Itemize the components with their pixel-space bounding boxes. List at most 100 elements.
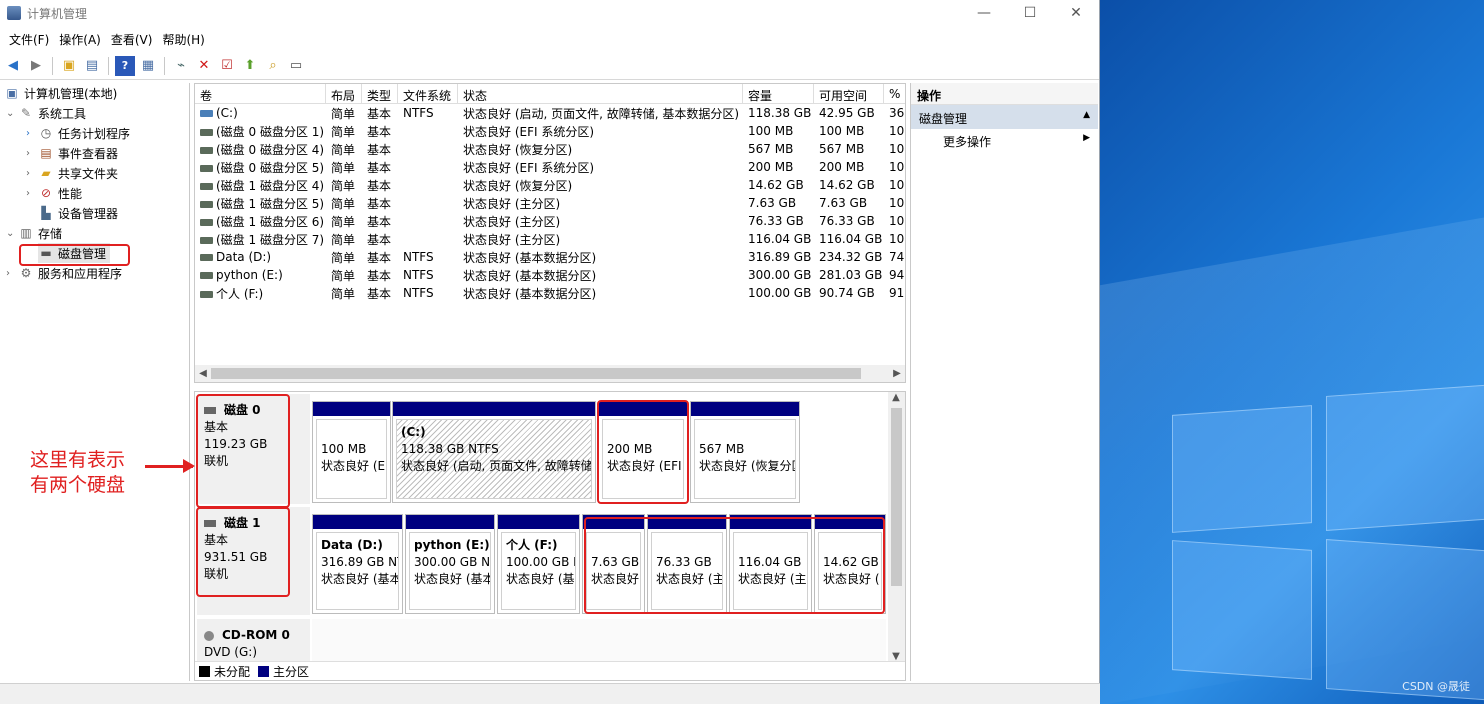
tree-system-tools[interactable]: ⌄ ✎ 系统工具: [6, 103, 86, 123]
table-cell: 281.03 GB: [819, 268, 883, 282]
view-icon[interactable]: ▭: [286, 56, 306, 76]
collapse-icon[interactable]: ⌄: [6, 228, 18, 239]
table-cell: 7.63 GB: [748, 196, 797, 210]
table-cell: 316.89 GB: [748, 250, 812, 264]
delete-icon[interactable]: ✕: [194, 56, 214, 76]
table-cell: 100 MB: [748, 124, 794, 138]
more-actions[interactable]: 更多操作 ▶: [911, 129, 1098, 151]
table-row[interactable]: (C:) 简单 基本 NTFS 状态良好 (启动, 页面文件, 故障转储, 基本数据分区…: [195, 104, 905, 122]
legend-unallocated: 未分配: [214, 664, 251, 679]
expand-icon[interactable]: ›: [26, 148, 38, 159]
minimize-button[interactable]: —: [961, 0, 1007, 26]
scroll-right-icon[interactable]: ▶: [889, 368, 905, 379]
table-cell: 基本: [367, 214, 392, 229]
scroll-up-icon[interactable]: ▲: [888, 392, 904, 403]
table-row[interactable]: (磁盘 1 磁盘分区 6) 简单 基本 状态良好 (主分区) 76.33 GB 76.33…: [195, 212, 905, 230]
clock-icon: ◷: [40, 126, 52, 140]
menu-file[interactable]: 文件(F): [4, 31, 54, 48]
table-cell: 基本: [367, 160, 392, 175]
device-manager-icon: ▙: [41, 206, 51, 220]
maximize-button[interactable]: ☐: [1007, 0, 1053, 26]
menu-help[interactable]: 帮助(H): [157, 31, 209, 48]
table-row[interactable]: 个人 (F:) 简单 基本 NTFS 状态良好 (基本数据分区) 100.00 GB 90.…: [195, 284, 905, 302]
column-percent[interactable]: %: [884, 84, 905, 104]
table-cell: 10: [889, 178, 905, 192]
tree-storage[interactable]: ⌄ ▥ 存储: [6, 223, 62, 243]
expand-icon[interactable]: ›: [26, 128, 38, 139]
column-free-space[interactable]: 可用空间: [814, 84, 884, 104]
table-row[interactable]: (磁盘 0 磁盘分区 1) 简单 基本 状态良好 (EFI 系统分区) 100 MB 10…: [195, 122, 905, 140]
check-icon[interactable]: ☑: [217, 56, 237, 76]
column-filesystem[interactable]: 文件系统: [398, 84, 458, 104]
partition-d0-recovery[interactable]: 567 MB 状态良好 (恢复分区: [690, 401, 800, 503]
back-icon[interactable]: ◀: [3, 56, 23, 76]
table-row[interactable]: Data (D:) 简单 基本 NTFS 状态良好 (基本数据分区) 316.89 GB 2…: [195, 248, 905, 266]
menu-bar: 文件(F) 操作(A) 查看(V) 帮助(H): [0, 26, 1099, 52]
properties-icon[interactable]: ▦: [138, 56, 158, 76]
vertical-scrollbar[interactable]: ▲ ▼: [888, 392, 905, 662]
column-volume[interactable]: 卷: [195, 84, 326, 104]
legend: 未分配 主分区: [195, 661, 905, 680]
horizontal-scrollbar[interactable]: ◀ ▶: [195, 365, 905, 382]
cdrom-label[interactable]: CD-ROM 0 DVD (G:): [197, 619, 310, 665]
import-icon[interactable]: ⬆: [240, 56, 260, 76]
actions-section-disk-management[interactable]: 磁盘管理 ▲: [911, 105, 1098, 129]
table-cell: (磁盘 0 磁盘分区 5): [195, 159, 326, 176]
expand-icon[interactable]: ›: [26, 188, 38, 199]
scroll-left-icon[interactable]: ◀: [195, 368, 211, 379]
menu-action[interactable]: 操作(A): [54, 31, 106, 48]
column-layout[interactable]: 布局: [326, 84, 362, 104]
table-row[interactable]: (磁盘 1 磁盘分区 7) 简单 基本 状态良好 (主分区) 116.04 GB 116.…: [195, 230, 905, 248]
table-cell: 36: [889, 106, 905, 120]
tree-root[interactable]: ▣ 计算机管理(本地): [4, 83, 117, 103]
partition-e[interactable]: python (E:) 300.00 GB NT 状态良好 (基本: [405, 514, 495, 614]
window-logo-pane: [1326, 539, 1484, 701]
tree-services[interactable]: › ⚙ 服务和应用程序: [6, 263, 122, 283]
partition-d[interactable]: Data (D:) 316.89 GB NT 状态良好 (基本: [312, 514, 403, 614]
table-cell: 简单: [331, 124, 356, 139]
table-cell: 基本: [367, 106, 392, 121]
table-cell: 基本: [367, 178, 392, 193]
table-row[interactable]: python (E:) 简单 基本 NTFS 状态良好 (基本数据分区) 300.00 G…: [195, 266, 905, 284]
up-folder-icon[interactable]: ▣: [59, 56, 79, 76]
column-type[interactable]: 类型: [362, 84, 398, 104]
cdrom-area[interactable]: [312, 619, 886, 665]
volume-icon: [200, 146, 213, 154]
table-cell: 90.74 GB: [819, 286, 875, 300]
expand-icon[interactable]: ›: [6, 268, 18, 279]
table-row[interactable]: (磁盘 0 磁盘分区 4) 简单 基本 状态良好 (恢复分区) 567 MB 567 MB…: [195, 140, 905, 158]
table-cell: 300.00 GB: [748, 268, 812, 282]
column-status[interactable]: 状态: [458, 84, 743, 104]
help-icon[interactable]: ?: [115, 55, 135, 76]
partition-d0-efi[interactable]: 100 MB 状态良好 (E: [312, 401, 391, 503]
tree-event-viewer[interactable]: › ▤ 事件查看器: [26, 143, 118, 163]
menu-view[interactable]: 查看(V): [106, 31, 158, 48]
partition-f[interactable]: 个人 (F:) 100.00 GB N 状态良好 (基: [497, 514, 580, 614]
connect-icon[interactable]: ⌁: [171, 56, 191, 76]
table-cell: 10: [889, 160, 905, 174]
table-row[interactable]: (磁盘 0 磁盘分区 5) 简单 基本 状态良好 (EFI 系统分区) 200 MB 20…: [195, 158, 905, 176]
tree-device-manager[interactable]: ▙ 设备管理器: [38, 203, 118, 223]
table-row[interactable]: (磁盘 1 磁盘分区 4) 简单 基本 状态良好 (恢复分区) 14.62 GB 14.6…: [195, 176, 905, 194]
table-cell: NTFS: [403, 250, 434, 264]
volume-icon: [200, 110, 213, 117]
collapse-icon[interactable]: ⌄: [6, 108, 18, 119]
search-icon[interactable]: ⌕: [263, 56, 283, 76]
partition-c[interactable]: (C:) 118.38 GB NTFS 状态良好 (启动, 页面文件, 故障转储: [392, 401, 596, 503]
collapse-up-icon[interactable]: ▲: [1083, 110, 1090, 124]
table-cell: 10: [889, 142, 905, 156]
tree-task-scheduler[interactable]: › ◷ 任务计划程序: [26, 123, 130, 143]
tree-performance[interactable]: › ⊘ 性能: [26, 183, 82, 203]
forward-icon[interactable]: ▶: [26, 56, 46, 76]
scroll-thumb[interactable]: [211, 368, 861, 379]
table-cell: 简单: [331, 286, 356, 301]
column-capacity[interactable]: 容量: [743, 84, 814, 104]
scroll-thumb[interactable]: [891, 408, 902, 586]
close-button[interactable]: ✕: [1053, 0, 1099, 26]
tree-shared-folders[interactable]: › ▰ 共享文件夹: [26, 163, 118, 183]
table-row[interactable]: (磁盘 1 磁盘分区 5) 简单 基本 状态良好 (主分区) 7.63 GB 7.63 G…: [195, 194, 905, 212]
show-hide-tree-icon[interactable]: ▤: [82, 56, 102, 76]
expand-icon[interactable]: ›: [26, 168, 38, 179]
tools-icon: ✎: [20, 106, 32, 120]
table-cell: 状态良好 (主分区): [463, 232, 561, 247]
